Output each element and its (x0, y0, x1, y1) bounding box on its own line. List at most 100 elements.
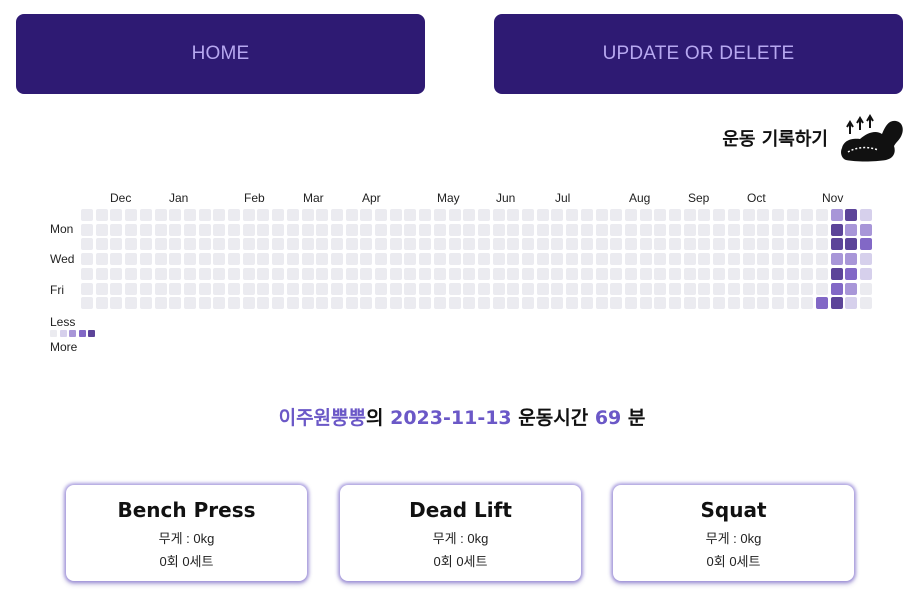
heatmap-cell[interactable] (139, 209, 152, 221)
heatmap-cell[interactable] (345, 253, 358, 266)
heatmap-cell[interactable] (639, 267, 652, 280)
heatmap-cell[interactable] (654, 209, 667, 221)
heatmap-cell[interactable] (492, 253, 505, 266)
heatmap-cell[interactable] (228, 297, 240, 310)
heatmap-cell[interactable] (757, 282, 770, 295)
heatmap-cell[interactable] (757, 223, 770, 236)
heatmap-cell[interactable] (536, 223, 549, 236)
heatmap-cell[interactable] (727, 282, 740, 295)
heatmap-cell[interactable] (169, 223, 182, 236)
heatmap-cell[interactable] (654, 267, 667, 280)
heatmap-cell[interactable] (375, 209, 387, 221)
heatmap-cell[interactable] (845, 282, 858, 295)
heatmap-cell[interactable] (448, 267, 461, 280)
heatmap-cell[interactable] (463, 223, 476, 236)
heatmap-cell[interactable] (198, 267, 211, 280)
heatmap-cell[interactable] (742, 297, 755, 310)
heatmap-cell[interactable] (81, 223, 93, 236)
heatmap-cell[interactable] (566, 253, 579, 266)
heatmap-cell[interactable] (477, 209, 490, 221)
heatmap-cell[interactable] (522, 223, 534, 236)
heatmap-cell[interactable] (242, 267, 255, 280)
heatmap-cell[interactable] (257, 282, 270, 295)
heatmap-cell[interactable] (551, 209, 564, 221)
heatmap-cell[interactable] (816, 297, 828, 310)
heatmap-cell[interactable] (286, 238, 299, 251)
heatmap-cell[interactable] (536, 267, 549, 280)
heatmap-cell[interactable] (727, 267, 740, 280)
heatmap-cell[interactable] (801, 297, 814, 310)
heatmap-cell[interactable] (110, 209, 123, 221)
heatmap-cell[interactable] (816, 238, 828, 251)
heatmap-cell[interactable] (316, 282, 329, 295)
heatmap-cell[interactable] (830, 223, 843, 236)
heatmap-cell[interactable] (213, 267, 226, 280)
heatmap-cell[interactable] (463, 297, 476, 310)
heatmap-cell[interactable] (639, 223, 652, 236)
heatmap-cell[interactable] (845, 223, 858, 236)
heatmap-cell[interactable] (375, 297, 387, 310)
heatmap-cell[interactable] (183, 253, 196, 266)
heatmap-cell[interactable] (213, 223, 226, 236)
exercise-card-dead-lift[interactable]: Dead Lift 무게 : 0kg 0회 0세트 (340, 485, 581, 581)
heatmap-cell[interactable] (95, 223, 108, 236)
heatmap-cell[interactable] (477, 297, 490, 310)
heatmap-cell[interactable] (742, 209, 755, 221)
heatmap-cell[interactable] (580, 282, 593, 295)
heatmap-cell[interactable] (742, 238, 755, 251)
heatmap-cell[interactable] (198, 223, 211, 236)
heatmap-cell[interactable] (610, 253, 623, 266)
heatmap-cell[interactable] (360, 267, 373, 280)
heatmap-cell[interactable] (272, 238, 285, 251)
heatmap-cell[interactable] (198, 297, 211, 310)
heatmap-cell[interactable] (286, 223, 299, 236)
heatmap-cell[interactable] (654, 223, 667, 236)
heatmap-cell[interactable] (286, 253, 299, 266)
heatmap-cell[interactable] (345, 223, 358, 236)
heatmap-cell[interactable] (154, 209, 167, 221)
heatmap-cell[interactable] (110, 297, 123, 310)
heatmap-cell[interactable] (610, 238, 623, 251)
heatmap-cell[interactable] (801, 238, 814, 251)
exercise-card-squat[interactable]: Squat 무게 : 0kg 0회 0세트 (613, 485, 854, 581)
heatmap-cell[interactable] (183, 282, 196, 295)
heatmap-cell[interactable] (536, 297, 549, 310)
heatmap-cell[interactable] (330, 267, 343, 280)
heatmap-cell[interactable] (595, 223, 608, 236)
heatmap-cell[interactable] (698, 253, 711, 266)
update-or-delete-button[interactable]: UPDATE OR DELETE (494, 14, 903, 94)
heatmap-cell[interactable] (81, 267, 93, 280)
heatmap-cell[interactable] (624, 282, 637, 295)
heatmap-cell[interactable] (183, 238, 196, 251)
heatmap-cell[interactable] (360, 223, 373, 236)
heatmap-cell[interactable] (139, 238, 152, 251)
heatmap-cell[interactable] (257, 238, 270, 251)
heatmap-cell[interactable] (830, 209, 843, 221)
heatmap-cell[interactable] (110, 238, 123, 251)
heatmap-cell[interactable] (757, 267, 770, 280)
heatmap-cell[interactable] (492, 282, 505, 295)
heatmap-cell[interactable] (433, 282, 446, 295)
heatmap-cell[interactable] (433, 223, 446, 236)
heatmap-cell[interactable] (830, 238, 843, 251)
heatmap-cell[interactable] (727, 223, 740, 236)
heatmap-cell[interactable] (624, 267, 637, 280)
heatmap-cell[interactable] (492, 223, 505, 236)
heatmap-cell[interactable] (301, 238, 314, 251)
heatmap-cell[interactable] (316, 223, 329, 236)
heatmap-cell[interactable] (713, 253, 726, 266)
heatmap-cell[interactable] (139, 223, 152, 236)
heatmap-cell[interactable] (860, 282, 873, 295)
heatmap-cell[interactable] (507, 209, 520, 221)
heatmap-cell[interactable] (742, 253, 755, 266)
heatmap-cell[interactable] (536, 209, 549, 221)
heatmap-cell[interactable] (228, 267, 240, 280)
heatmap-cell[interactable] (610, 297, 623, 310)
heatmap-cell[interactable] (330, 282, 343, 295)
heatmap-cell[interactable] (272, 253, 285, 266)
heatmap-cell[interactable] (551, 238, 564, 251)
heatmap-cell[interactable] (183, 209, 196, 221)
heatmap-cell[interactable] (727, 209, 740, 221)
heatmap-cell[interactable] (345, 297, 358, 310)
heatmap-cell[interactable] (242, 297, 255, 310)
